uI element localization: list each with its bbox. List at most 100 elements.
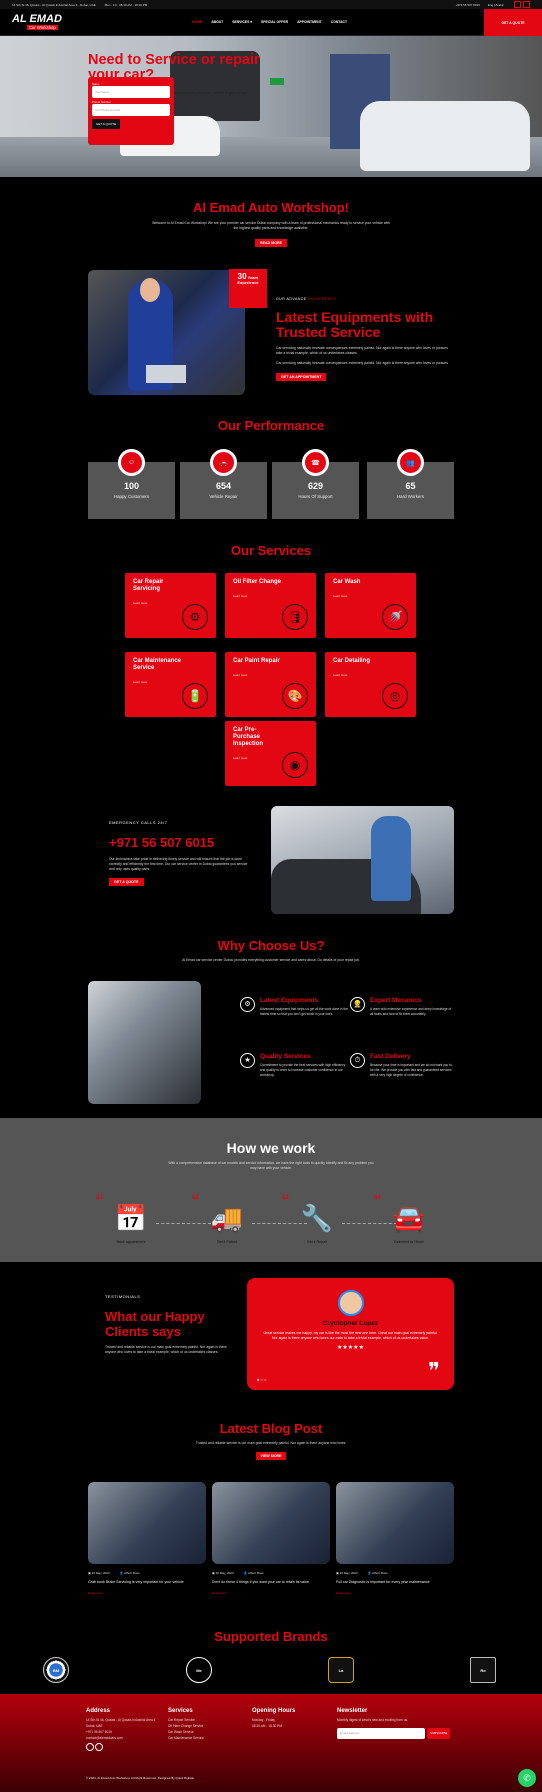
service-card[interactable]: Car Maintenance Service Learn more 🔋 bbox=[125, 652, 216, 717]
whatsapp-icon[interactable]: ✆ bbox=[518, 1769, 536, 1787]
performance-value: 65 bbox=[405, 481, 416, 491]
read-more-link[interactable]: Read more bbox=[212, 1591, 330, 1595]
nav-item-1[interactable]: ABOUT bbox=[211, 20, 223, 24]
blog-title: Full car Diagnostic is important for eve… bbox=[336, 1580, 430, 1584]
service-card[interactable]: Car Detailing Learn more ◎ bbox=[325, 652, 416, 717]
gear-icon: ⚙ bbox=[240, 997, 255, 1012]
why-feature-text: A team with extensive experience and dee… bbox=[370, 1007, 452, 1016]
learn-more-link[interactable]: Learn more bbox=[233, 594, 308, 598]
why-section: Why Choose Us? Al Emad car service cente… bbox=[0, 938, 542, 963]
step-label: Get it Repair bbox=[306, 1240, 328, 1244]
name-input[interactable]: Your Name bbox=[92, 86, 170, 98]
carousel-dots[interactable]: ● ○ ○ bbox=[257, 1377, 266, 1382]
testimonials-text: Trusted and reliable service is our main… bbox=[105, 1345, 227, 1354]
facebook-icon[interactable] bbox=[514, 1, 521, 8]
clock-icon: ⏱ bbox=[350, 1053, 365, 1068]
brand-logo: Ro bbox=[460, 1652, 506, 1688]
brand-mark: La bbox=[328, 1657, 354, 1683]
service-icon: 🔋 bbox=[182, 683, 208, 709]
address-text: 14 Sth St 46, Qusais - Al Qusais Industr… bbox=[12, 2, 96, 7]
read-more-link[interactable]: Read more bbox=[88, 1591, 206, 1595]
laptop bbox=[146, 365, 186, 383]
step-label: Delivered to Home bbox=[394, 1240, 424, 1244]
why-feature-title: Expert Mecanics bbox=[370, 997, 422, 1004]
headset-icon: ☎ bbox=[302, 449, 329, 476]
learn-more-link[interactable]: Learn more bbox=[333, 673, 408, 677]
nav-item-0[interactable]: HOME bbox=[192, 20, 202, 24]
why-title: Why Choose Us? bbox=[217, 938, 325, 953]
learn-more-link[interactable]: Learn more bbox=[333, 594, 408, 598]
appointment-button[interactable]: GET AN APPOINTMENT bbox=[276, 373, 327, 381]
services-title: Our Services bbox=[230, 543, 312, 558]
blog-card[interactable]: ▣ 26 May, 2023 👤 Albert Ross Full car Diag… bbox=[336, 1482, 454, 1595]
step-number: 01 bbox=[96, 1195, 103, 1201]
nav-item-3[interactable]: SPECIAL OFFER bbox=[261, 20, 288, 24]
quote-submit-button[interactable]: GET A QUOTE bbox=[92, 119, 121, 129]
newsletter-email-input[interactable]: Email address bbox=[337, 1728, 425, 1739]
view-more-button[interactable]: VIEW MORE bbox=[255, 1452, 287, 1460]
repair-icon: 🔧 bbox=[300, 1203, 334, 1233]
emergency-phone[interactable]: +971 56 507 6015 bbox=[109, 835, 249, 850]
about-title: Latest Equipments with Trusted Service bbox=[276, 309, 434, 340]
about-kicker-accent: EQUIPMENTS bbox=[308, 297, 337, 301]
service-card[interactable]: Car Paint Repair Learn more 🎨 bbox=[225, 652, 316, 717]
rating-stars: ★★★★★ bbox=[337, 1345, 364, 1351]
why-feature-title: Quality Services bbox=[260, 1053, 311, 1060]
phone-link[interactable]: +971 56 507 6015 bbox=[456, 3, 480, 7]
blog-author: 👤 Albert Ross bbox=[243, 1571, 264, 1575]
delivery-icon: 🚘 bbox=[392, 1203, 426, 1233]
service-card[interactable]: Car Repair Servicing Learn more ⚙ bbox=[125, 573, 216, 638]
footer: Address 14 Sth St 46, Qusais - Al Qusais… bbox=[0, 1694, 542, 1792]
how-step: 04 🚘 Delivered to Home bbox=[374, 1195, 444, 1244]
footer-email[interactable]: contact@alemadcars.com bbox=[86, 1735, 156, 1741]
nav-item-4[interactable]: APPOINTMENT bbox=[297, 20, 322, 24]
logo[interactable]: AL EMAD Car Workshop bbox=[12, 14, 64, 30]
instagram-icon[interactable] bbox=[523, 1, 530, 8]
blog-author: 👤 Albert Ross bbox=[367, 1571, 388, 1575]
testimonial-card: Cryctopher Lopez Great service makes me … bbox=[247, 1278, 454, 1390]
service-card[interactable]: Oil Filter Change Learn more 🛢 bbox=[225, 573, 316, 638]
logo-main: AL EMAD bbox=[12, 13, 62, 25]
calendar-icon: 📅 bbox=[114, 1203, 148, 1233]
blog-title: Latest Blog Post bbox=[219, 1421, 323, 1436]
service-card[interactable]: Car Pre-Purchase Inspection Learn more ◉ bbox=[225, 721, 316, 786]
car-icon: 🚗 bbox=[210, 449, 237, 476]
performance-section: Our Performance bbox=[0, 418, 542, 433]
avatar bbox=[337, 1290, 364, 1316]
blog-author: 👤 Albert Ross bbox=[119, 1571, 140, 1575]
service-icon: ◉ bbox=[282, 752, 308, 778]
subscribe-button[interactable]: SUBSCRIBE bbox=[427, 1728, 451, 1739]
emergency-quote-button[interactable]: GET A QUOTE bbox=[109, 878, 144, 886]
about-content: OUR ADVANCE EQUIPMENTS Latest Equipments… bbox=[276, 297, 454, 381]
main-nav: AL EMAD Car Workshop HOME ABOUT SERVICES ▾… bbox=[0, 9, 542, 36]
blog-meta: ▣ 26 May, 2023 👤 Albert Ross bbox=[336, 1571, 454, 1575]
brands-section: Supported Brands bbox=[0, 1629, 542, 1644]
footer-newsletter-text: Monthly digest of what's new and excitin… bbox=[337, 1718, 408, 1722]
smile-icon: ☺ bbox=[118, 449, 145, 476]
nav-item-5[interactable]: CONTACT bbox=[331, 20, 347, 24]
brand-logo: BM bbox=[33, 1652, 79, 1688]
blog-image bbox=[212, 1482, 330, 1564]
get-quote-nav-button[interactable]: GET A QUOTE bbox=[484, 9, 542, 36]
step-number: 04 bbox=[374, 1195, 381, 1201]
learn-more-link[interactable]: Learn more bbox=[233, 673, 308, 677]
performance-label: Vehicle Repair bbox=[209, 494, 238, 499]
blog-card[interactable]: ▣ 26 May, 2023 👤 Albert Ross Don't do thes… bbox=[212, 1482, 330, 1595]
service-icon: 🚿 bbox=[382, 604, 408, 630]
nav-item-2[interactable]: SERVICES ▾ bbox=[232, 20, 252, 24]
footer-service-link[interactable]: Car Maintenance Service bbox=[168, 1735, 238, 1741]
language-switch[interactable]: Eng | Arabic bbox=[488, 3, 504, 7]
read-more-button[interactable]: READ MORE bbox=[255, 239, 287, 247]
footer-facebook-icon[interactable] bbox=[86, 1743, 94, 1751]
why-feature-title: Fast Delivery bbox=[370, 1053, 411, 1060]
read-more-link[interactable]: Read more bbox=[336, 1591, 454, 1595]
phone-input[interactable]: Your Phone Number bbox=[92, 104, 170, 116]
service-title: Car Wash bbox=[333, 579, 361, 585]
footer-address-text: 14 Sth St 46, Qusais - Al Qusais Industr… bbox=[86, 1718, 156, 1728]
blog-card[interactable]: ▣ 26 May, 2023 👤 Albert Ross Grab book Bra… bbox=[88, 1482, 206, 1595]
service-card[interactable]: Car Wash Learn more 🚿 bbox=[325, 573, 416, 638]
why-feature-text: Advanced equipment that helps us get all… bbox=[260, 1007, 348, 1016]
service-title: Car Detailing bbox=[333, 658, 371, 664]
footer-instagram-icon[interactable] bbox=[94, 1743, 103, 1751]
performance-title: Our Performance bbox=[217, 418, 325, 433]
